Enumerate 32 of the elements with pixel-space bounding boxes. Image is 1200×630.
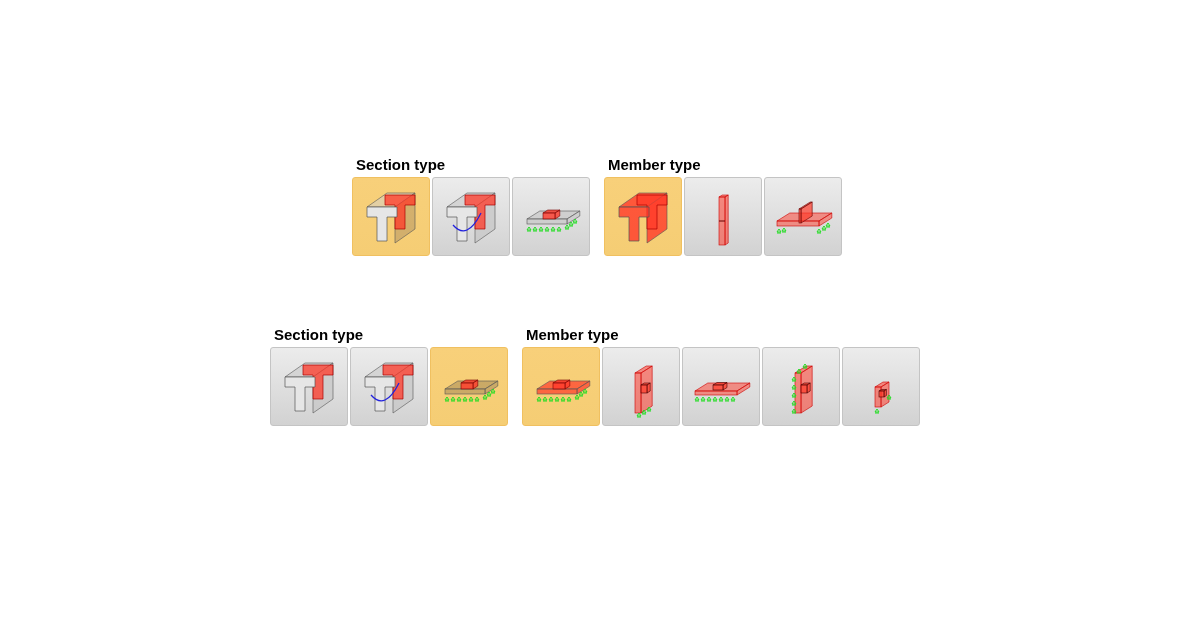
type-button[interactable]	[352, 177, 430, 256]
type-button[interactable]	[350, 347, 428, 426]
group-title: Member type	[608, 155, 702, 175]
type-button[interactable]	[764, 177, 842, 256]
group-title: Member type	[526, 325, 620, 345]
t-section-icon	[284, 362, 334, 413]
type-button[interactable]	[842, 347, 920, 426]
slab-icon	[536, 379, 591, 401]
t-section-curve-icon	[446, 192, 496, 243]
plate-icon	[694, 381, 751, 401]
type-button[interactable]	[684, 177, 762, 256]
t-section-curve-icon	[364, 362, 414, 413]
type-button[interactable]	[762, 347, 840, 426]
type-button[interactable]	[432, 177, 510, 256]
group-title: Section type	[274, 325, 365, 345]
type-button[interactable]	[602, 347, 680, 426]
wall-icon	[634, 365, 653, 417]
group-title: Section type	[356, 155, 447, 175]
column-icon	[718, 194, 729, 245]
t-beam-icon	[618, 192, 668, 243]
type-button[interactable]	[604, 177, 682, 256]
type-button[interactable]	[522, 347, 600, 426]
wall-supports-icon	[791, 363, 813, 413]
type-button[interactable]	[682, 347, 760, 426]
slab-section-icon	[444, 379, 499, 401]
small-wall-icon	[874, 381, 892, 413]
type-button[interactable]	[430, 347, 508, 426]
type-button[interactable]	[512, 177, 590, 256]
type-button[interactable]	[270, 347, 348, 426]
ribbed-slab-icon	[776, 201, 833, 233]
slab-section-icon	[526, 209, 581, 231]
t-section-icon	[366, 192, 416, 243]
